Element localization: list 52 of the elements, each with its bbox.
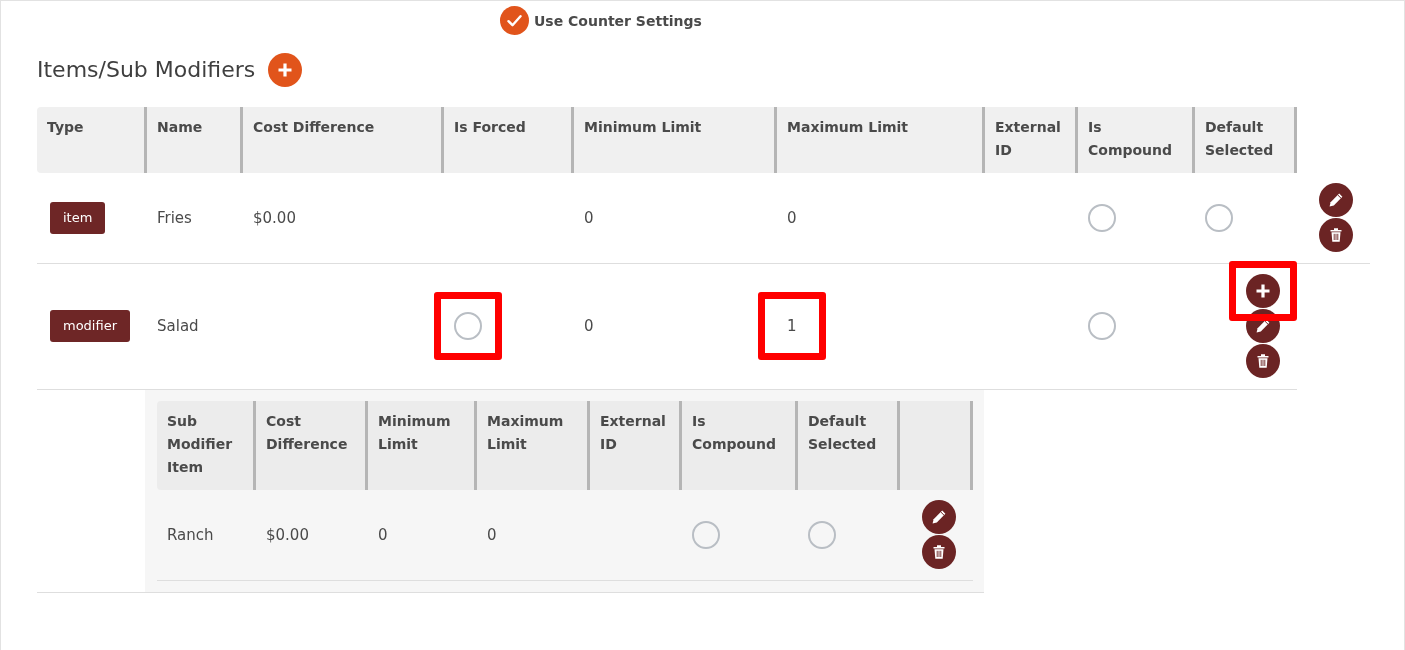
table-cell: 1: [787, 317, 797, 335]
column-header: Sub Modifier Item: [167, 413, 233, 475]
trash-icon: [932, 545, 946, 559]
add-button[interactable]: [1246, 274, 1280, 308]
column-header: Cost Difference: [266, 413, 348, 452]
column-header: Is Forced: [454, 119, 526, 135]
radio-button[interactable]: [454, 312, 482, 340]
table-cell: Salad: [157, 317, 199, 335]
pencil-icon: [1256, 319, 1270, 333]
column-header: Name: [157, 119, 203, 135]
column-header: Is Compound: [1088, 119, 1173, 158]
trash-icon: [1256, 354, 1270, 368]
delete-button[interactable]: [1319, 218, 1353, 252]
table-cell: Fries: [157, 208, 192, 227]
radio-button[interactable]: [1088, 312, 1116, 340]
type-badge: item: [50, 201, 106, 234]
delete-button[interactable]: [1246, 344, 1280, 378]
table-cell: Ranch: [167, 525, 214, 544]
column-header: Type: [47, 119, 84, 135]
table-cell: $0.00: [266, 525, 309, 544]
plus-icon: [278, 63, 293, 77]
type-badge: modifier: [50, 310, 130, 342]
column-header: Minimum Limit: [584, 119, 702, 135]
delete-button[interactable]: [922, 535, 956, 569]
column-header: Maximum Limit: [787, 119, 909, 135]
column-header: Is Compound: [692, 413, 777, 452]
column-header: Minimum Limit: [378, 413, 451, 452]
checkbox[interactable]: [500, 6, 529, 35]
column-header: Cost Difference: [253, 119, 375, 135]
table-cell: 0: [378, 525, 388, 544]
table-cell: 0: [584, 317, 594, 335]
radio-button[interactable]: [1088, 203, 1116, 232]
trash-icon: [1329, 228, 1343, 242]
edit-button[interactable]: [922, 500, 956, 534]
section-title: Items/Sub Modifiers: [37, 56, 256, 84]
column-header: External ID: [600, 413, 666, 452]
radio-button[interactable]: [808, 520, 836, 549]
column-header: Default Selected: [808, 413, 877, 452]
column-header: Maximum Limit: [487, 413, 564, 452]
pencil-icon: [1329, 193, 1343, 207]
table-cell: 0: [487, 525, 497, 544]
table-cell: $0.00: [253, 208, 296, 227]
table-cell: 0: [787, 208, 797, 227]
pencil-icon: [932, 510, 946, 524]
column-header: Default Selected: [1205, 119, 1274, 158]
radio-button[interactable]: [692, 520, 720, 549]
radio-button[interactable]: [1205, 203, 1233, 232]
plus-icon: [1256, 284, 1270, 298]
edit-button[interactable]: [1319, 183, 1353, 217]
column-header: External ID: [995, 119, 1061, 158]
table-cell: 0: [584, 208, 594, 227]
checkbox-label[interactable]: Use Counter Settings: [534, 12, 702, 29]
